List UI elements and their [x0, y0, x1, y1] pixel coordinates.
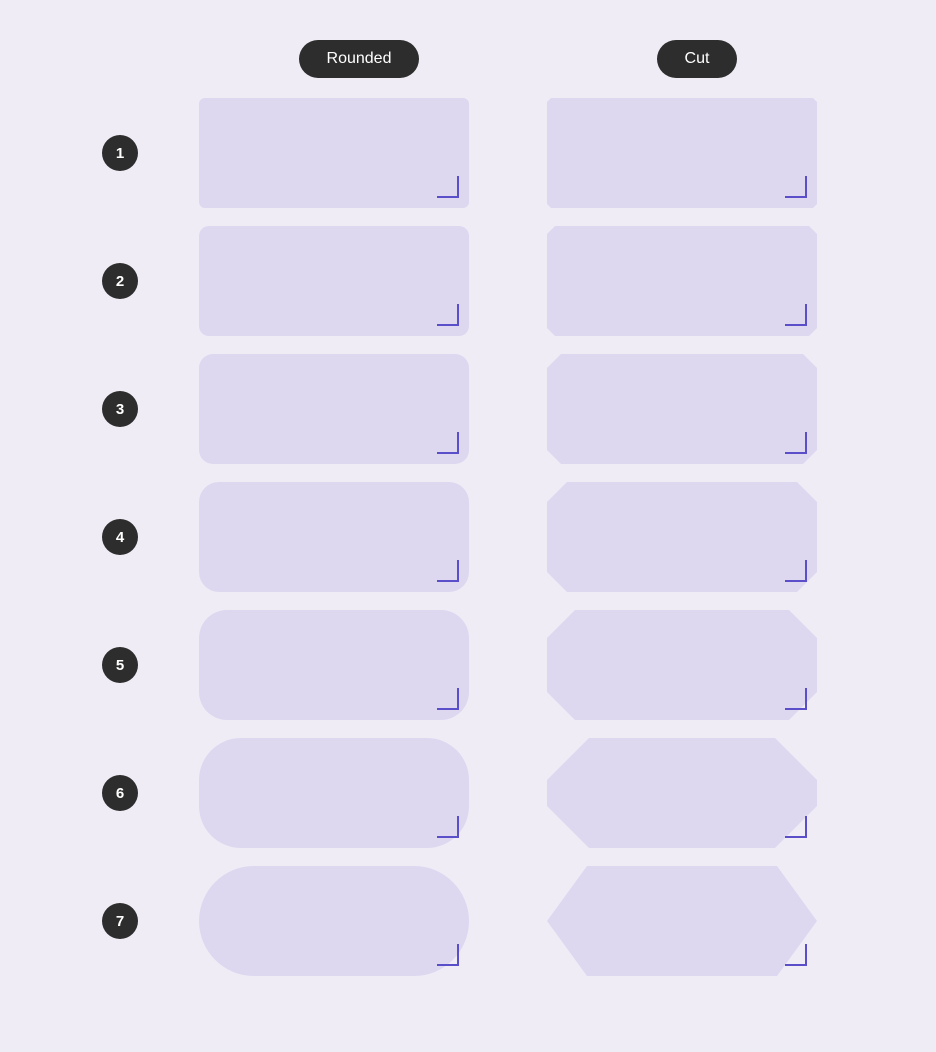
rounded-shape-5: [199, 610, 469, 720]
cut-rect-6: [547, 738, 817, 848]
rounded-column-label: Rounded: [299, 40, 420, 78]
cut-shape-1: [547, 98, 817, 208]
corner-mark-c6: [785, 816, 807, 838]
shapes-pair-4: [160, 482, 856, 592]
shape-row: 7: [80, 866, 856, 976]
corner-mark-r1: [437, 176, 459, 198]
shapes-pair-3: [160, 354, 856, 464]
cut-shape-2: [547, 226, 817, 336]
rounded-rect-3: [199, 354, 469, 464]
rounded-shape-6: [199, 738, 469, 848]
corner-mark-c3: [785, 432, 807, 454]
cut-rect-2: [547, 226, 817, 336]
shapes-pair-6: [160, 738, 856, 848]
corner-mark-r2: [437, 304, 459, 326]
rounded-shape-3: [199, 354, 469, 464]
cut-shape-4: [547, 482, 817, 592]
cut-rect-1: [547, 98, 817, 208]
cut-rect-5: [547, 610, 817, 720]
corner-mark-r6: [437, 816, 459, 838]
rounded-rect-6: [199, 738, 469, 848]
shapes-pair-2: [160, 226, 856, 336]
shape-row: 4: [80, 482, 856, 592]
corner-mark-r7: [437, 944, 459, 966]
rounded-rect-2: [199, 226, 469, 336]
row-number-6: 6: [80, 775, 160, 811]
corner-mark-c5: [785, 688, 807, 710]
rounded-rect-5: [199, 610, 469, 720]
row-number-3: 3: [80, 391, 160, 427]
cut-column-label: Cut: [657, 40, 738, 78]
shape-row: 5: [80, 610, 856, 720]
rounded-rect-7: [199, 866, 469, 976]
shapes-pair-1: [160, 98, 856, 208]
rounded-shape-2: [199, 226, 469, 336]
row-number-1: 1: [80, 135, 160, 171]
rounded-shape-7: [199, 866, 469, 976]
corner-mark-c4: [785, 560, 807, 582]
shape-row: 1: [80, 98, 856, 208]
rows-container: 1 2: [80, 98, 856, 976]
rounded-shape-1: [199, 98, 469, 208]
corner-mark-c1: [785, 176, 807, 198]
row-number-7: 7: [80, 903, 160, 939]
rounded-rect-1: [199, 98, 469, 208]
cut-shape-3: [547, 354, 817, 464]
row-number-4: 4: [80, 519, 160, 555]
shapes-pair-7: [160, 866, 856, 976]
shapes-pair-5: [160, 610, 856, 720]
cut-shape-7: [547, 866, 817, 976]
corner-mark-r5: [437, 688, 459, 710]
corner-mark-c7: [785, 944, 807, 966]
cut-rect-7: [547, 866, 817, 976]
corner-mark-c2: [785, 304, 807, 326]
cut-shape-5: [547, 610, 817, 720]
row-number-2: 2: [80, 263, 160, 299]
shape-row: 2: [80, 226, 856, 336]
corner-mark-r3: [437, 432, 459, 454]
shape-row: 3: [80, 354, 856, 464]
cut-shape-6: [547, 738, 817, 848]
row-number-5: 5: [80, 647, 160, 683]
corner-mark-r4: [437, 560, 459, 582]
rounded-shape-4: [199, 482, 469, 592]
cut-rect-3: [547, 354, 817, 464]
shape-row: 6: [80, 738, 856, 848]
rounded-rect-4: [199, 482, 469, 592]
header-row: Rounded Cut: [80, 40, 856, 78]
cut-rect-4: [547, 482, 817, 592]
